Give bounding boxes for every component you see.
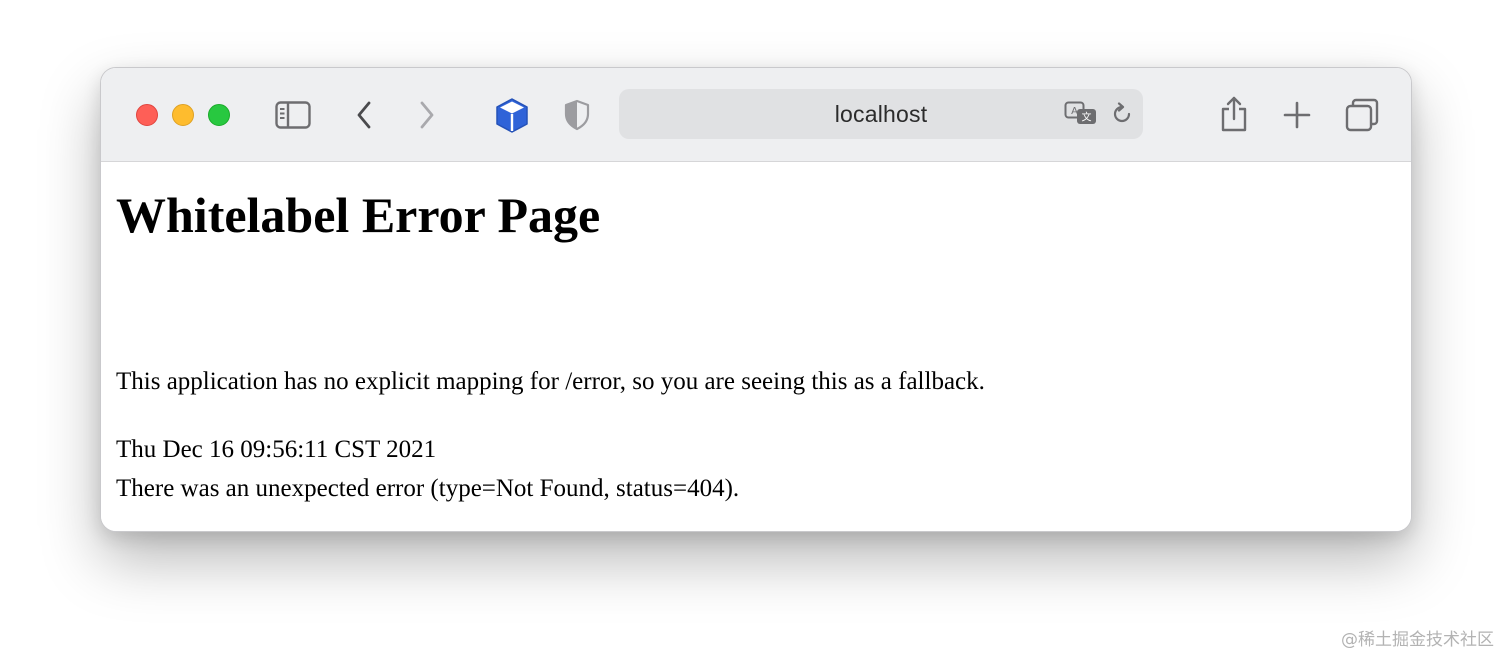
plus-icon (1283, 101, 1311, 129)
page-content: Whitelabel Error Page This application h… (101, 162, 1411, 531)
maximize-window-button[interactable] (208, 104, 230, 126)
translate-button[interactable]: A 文 (1063, 99, 1099, 129)
error-timestamp: Thu Dec 16 09:56:11 CST 2021 (116, 436, 437, 463)
tab-overview-icon (1345, 98, 1379, 132)
screenshot-stage: localhost A 文 Whitelabel Error Page This… (0, 0, 1512, 664)
translate-icon: A 文 (1064, 101, 1098, 127)
new-tab-button[interactable] (1281, 99, 1313, 131)
share-icon (1219, 95, 1249, 133)
reload-button[interactable] (1109, 101, 1135, 127)
reload-icon (1110, 102, 1134, 126)
back-button[interactable] (351, 98, 377, 132)
error-message: This application has no explicit mapping… (116, 368, 985, 395)
cube-extension-icon (495, 97, 529, 133)
browser-toolbar: localhost A 文 (101, 68, 1411, 162)
shield-icon (564, 99, 590, 131)
close-window-button[interactable] (136, 104, 158, 126)
sidebar-toggle-button[interactable] (273, 98, 313, 132)
extension-button[interactable] (493, 96, 531, 134)
page-title: Whitelabel Error Page (116, 187, 601, 243)
error-detail: There was an unexpected error (type=Not … (116, 475, 740, 502)
minimize-window-button[interactable] (172, 104, 194, 126)
watermark: @稀土掘金技术社区 (1341, 630, 1494, 650)
chevron-left-icon (355, 100, 373, 130)
tab-overview-button[interactable] (1344, 97, 1380, 133)
forward-button[interactable] (414, 98, 440, 132)
share-button[interactable] (1217, 94, 1251, 134)
privacy-report-button[interactable] (561, 98, 593, 132)
chevron-right-icon (418, 100, 436, 130)
sidebar-icon (275, 101, 311, 129)
address-bar[interactable]: localhost A 文 (619, 89, 1143, 139)
svg-text:文: 文 (1082, 111, 1092, 124)
browser-window: localhost A 文 Whitelabel Error Page This… (100, 67, 1412, 532)
